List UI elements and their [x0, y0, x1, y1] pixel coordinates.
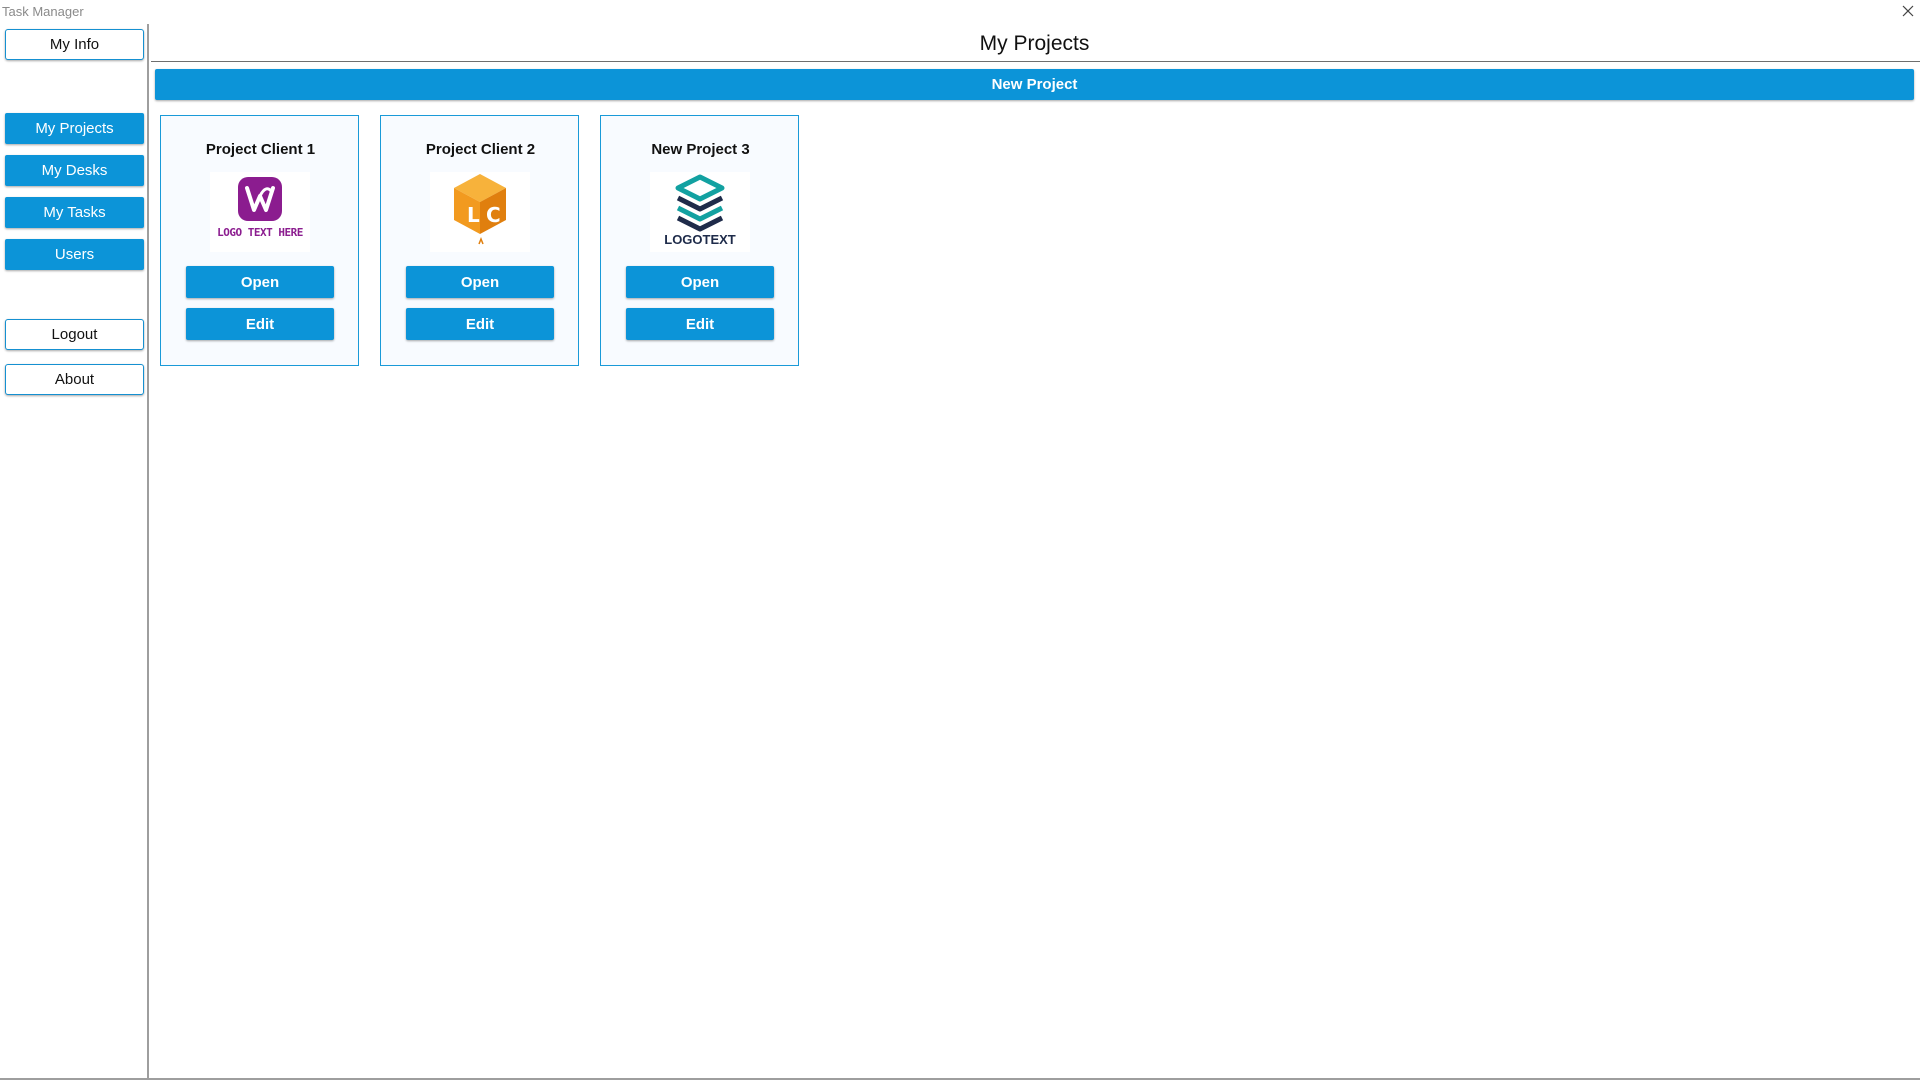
- logout-button[interactable]: Logout: [5, 319, 144, 350]
- edit-button[interactable]: Edit: [626, 308, 774, 340]
- edit-button[interactable]: Edit: [186, 308, 334, 340]
- project-logo: LOGOTEXT: [650, 172, 750, 252]
- new-project-button[interactable]: New Project: [155, 69, 1914, 100]
- sidebar-item-users[interactable]: Users: [5, 239, 144, 270]
- about-button[interactable]: About: [5, 364, 144, 395]
- sidebar-item-my-desks[interactable]: My Desks: [5, 155, 144, 186]
- project-card-1: Project Client 1 LOGO TEXT HERE Open Edi…: [160, 115, 359, 366]
- title-divider: [151, 61, 1920, 62]
- close-icon: [1902, 5, 1914, 17]
- project-name: Project Client 1: [205, 141, 316, 158]
- sidebar-item-my-projects[interactable]: My Projects: [5, 113, 144, 144]
- project-card-2: Project Client 2 L C Open Edit: [380, 115, 579, 366]
- logo-text: LOGOTEXT: [664, 232, 736, 247]
- open-button[interactable]: Open: [626, 266, 774, 298]
- lc-cube-logo-icon: L C: [454, 174, 506, 245]
- project-logo: LOGO TEXT HERE: [210, 172, 310, 252]
- project-name: Project Client 2: [425, 141, 536, 158]
- open-button[interactable]: Open: [186, 266, 334, 298]
- project-card-3: New Project 3 LOGOTEXT Open Edit: [600, 115, 799, 366]
- window-title: Task Manager: [2, 4, 84, 19]
- my-info-button[interactable]: My Info: [5, 29, 144, 60]
- main-content: My Projects New Project Project Client 1…: [149, 24, 1920, 1078]
- svg-text:L: L: [467, 203, 480, 227]
- project-name: New Project 3: [651, 141, 750, 158]
- open-button[interactable]: Open: [406, 266, 554, 298]
- logo-text: LOGO TEXT HERE: [217, 226, 303, 239]
- page-title: My Projects: [979, 32, 1090, 55]
- title-bar: Task Manager: [0, 0, 1920, 24]
- sidebar: My Info My Projects My Desks My Tasks Us…: [0, 24, 149, 1078]
- edit-button[interactable]: Edit: [406, 308, 554, 340]
- w-letter-logo-icon: [238, 177, 282, 221]
- svg-text:C: C: [486, 203, 501, 227]
- sidebar-item-my-tasks[interactable]: My Tasks: [5, 197, 144, 228]
- close-button[interactable]: [1896, 0, 1920, 22]
- project-logo: L C: [430, 172, 530, 252]
